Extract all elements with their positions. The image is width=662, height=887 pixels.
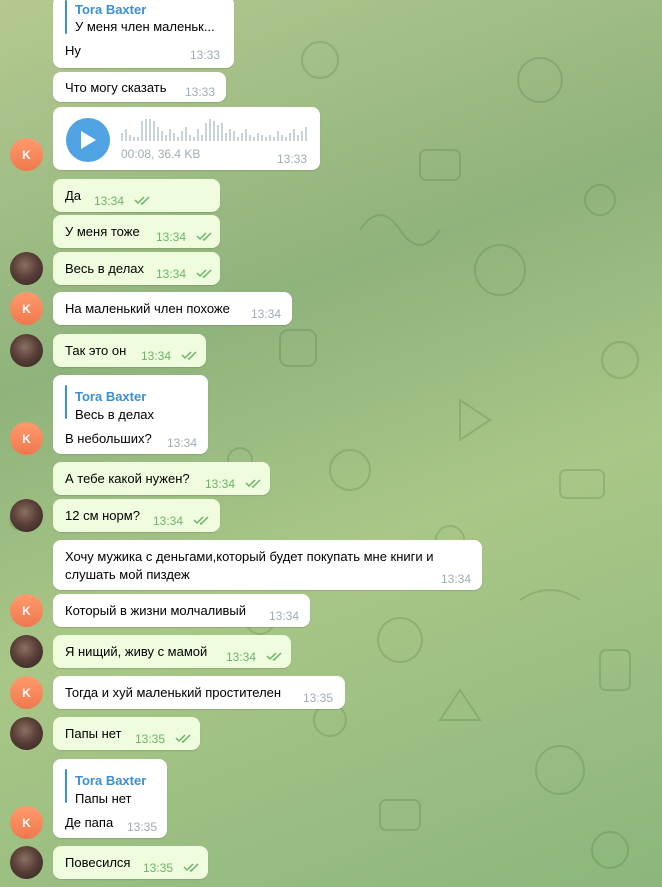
message-bubble[interactable]: У меня тоже 13:34 [53, 215, 220, 248]
avatar[interactable]: K [10, 806, 43, 839]
read-double-check-icon [181, 351, 197, 360]
message-time: 13:33 [190, 48, 221, 62]
voice-message[interactable]: 00:08, 36.4 KB 13:33 [53, 107, 320, 170]
voice-waveform[interactable] [121, 119, 311, 143]
message-bubble[interactable]: Tora Baxter Весь в делах В небольших? 13… [53, 375, 208, 454]
message-text: Так это он [65, 343, 127, 358]
avatar[interactable] [10, 334, 43, 367]
message-time: 13:34 [156, 230, 187, 244]
message-text: В небольших? [65, 431, 152, 446]
message-text: 12 см норм? [65, 508, 140, 523]
read-double-check-icon [134, 196, 150, 205]
message-text-line: слушать мой пиздеж [65, 567, 190, 582]
avatar[interactable]: K [10, 676, 43, 709]
message-text: Я нищий, живу с мамой [65, 644, 208, 659]
message-text: А тебе какой нужен? [65, 471, 190, 486]
reply-text[interactable]: Весь в делах [75, 407, 154, 422]
reply-quote-bar [65, 769, 67, 803]
read-double-check-icon [245, 479, 261, 488]
avatar[interactable]: K [10, 138, 43, 171]
avatar[interactable]: K [10, 422, 43, 455]
message-time: 13:35 [143, 861, 174, 875]
message-bubble[interactable]: 12 см норм? 13:34 [53, 499, 220, 532]
message-text-line: Хочу мужика с деньгами,который будет пок… [65, 549, 434, 564]
message-time: 13:35 [303, 691, 334, 705]
read-double-check-icon [193, 516, 209, 525]
message-text: Да [65, 188, 82, 203]
message-text: Повесился [65, 855, 131, 870]
message-time: 13:34 [226, 650, 257, 664]
avatar[interactable] [10, 252, 43, 285]
message-time: 13:34 [153, 514, 184, 528]
message-bubble[interactable]: Так это он 13:34 [53, 334, 206, 367]
avatar[interactable] [10, 635, 43, 668]
message-text: У меня тоже [65, 224, 140, 239]
message-time: 13:35 [127, 820, 158, 834]
avatar[interactable]: K [10, 594, 43, 627]
message-text: Ну [65, 43, 81, 58]
message-bubble[interactable]: Хочу мужика с деньгами,который будет пок… [53, 540, 482, 590]
play-button[interactable] [66, 118, 110, 162]
message-time: 13:33 [277, 152, 308, 166]
message-bubble[interactable]: Tora Baxter У меня член маленьк... Ну 13… [53, 0, 234, 68]
message-time: 13:34 [167, 436, 198, 450]
message-time: 13:33 [185, 85, 216, 99]
message-text: На маленький член похоже [65, 301, 230, 316]
read-double-check-icon [196, 269, 212, 278]
avatar[interactable] [10, 499, 43, 532]
message-time: 13:34 [141, 349, 172, 363]
message-bubble[interactable]: Tora Baxter Папы нет Де папа 13:35 [53, 759, 167, 838]
reply-author[interactable]: Tora Baxter [75, 773, 146, 788]
reply-author[interactable]: Tora Baxter [75, 2, 146, 17]
message-time: 13:35 [135, 732, 166, 746]
message-text: Весь в делах [65, 261, 145, 276]
read-double-check-icon [175, 734, 191, 743]
message-bubble[interactable]: Весь в делах 13:34 [53, 252, 220, 285]
message-text: Что могу сказать [65, 80, 167, 95]
message-bubble[interactable]: Да 13:34 [53, 179, 220, 212]
play-icon [81, 131, 96, 149]
message-text: Папы нет [65, 726, 122, 741]
message-time: 13:34 [441, 572, 472, 586]
message-time: 13:34 [94, 194, 125, 208]
voice-meta: 00:08, 36.4 KB [121, 147, 201, 161]
avatar[interactable] [10, 846, 43, 879]
message-bubble[interactable]: Тогда и хуй маленький простителен 13:35 [53, 676, 345, 709]
reply-text[interactable]: У меня член маленьк... [75, 19, 215, 34]
read-double-check-icon [183, 863, 199, 872]
message-bubble[interactable]: Повесился 13:35 [53, 846, 208, 879]
message-bubble[interactable]: Что могу сказать 13:33 [53, 72, 226, 102]
message-text: Тогда и хуй маленький простителен [65, 685, 282, 700]
message-time: 13:34 [205, 477, 236, 491]
avatar[interactable]: K [10, 292, 43, 325]
message-time: 13:34 [269, 609, 300, 623]
message-bubble[interactable]: Который в жизни молчаливый 13:34 [53, 594, 310, 627]
message-time: 13:34 [251, 307, 282, 321]
reply-quote-bar [65, 0, 67, 34]
read-double-check-icon [266, 652, 282, 661]
message-text: Который в жизни молчаливый [65, 603, 247, 618]
reply-text[interactable]: Папы нет [75, 791, 132, 806]
message-bubble[interactable]: Папы нет 13:35 [53, 717, 200, 750]
message-bubble[interactable]: На маленький член похоже 13:34 [53, 292, 292, 325]
avatar[interactable] [10, 717, 43, 750]
message-text: Де папа [65, 815, 114, 830]
message-bubble[interactable]: А тебе какой нужен? 13:34 [53, 462, 270, 495]
message-time: 13:34 [156, 267, 187, 281]
reply-quote-bar [65, 385, 67, 419]
message-bubble[interactable]: Я нищий, живу с мамой 13:34 [53, 635, 291, 668]
reply-author[interactable]: Tora Baxter [75, 389, 146, 404]
read-double-check-icon [196, 232, 212, 241]
